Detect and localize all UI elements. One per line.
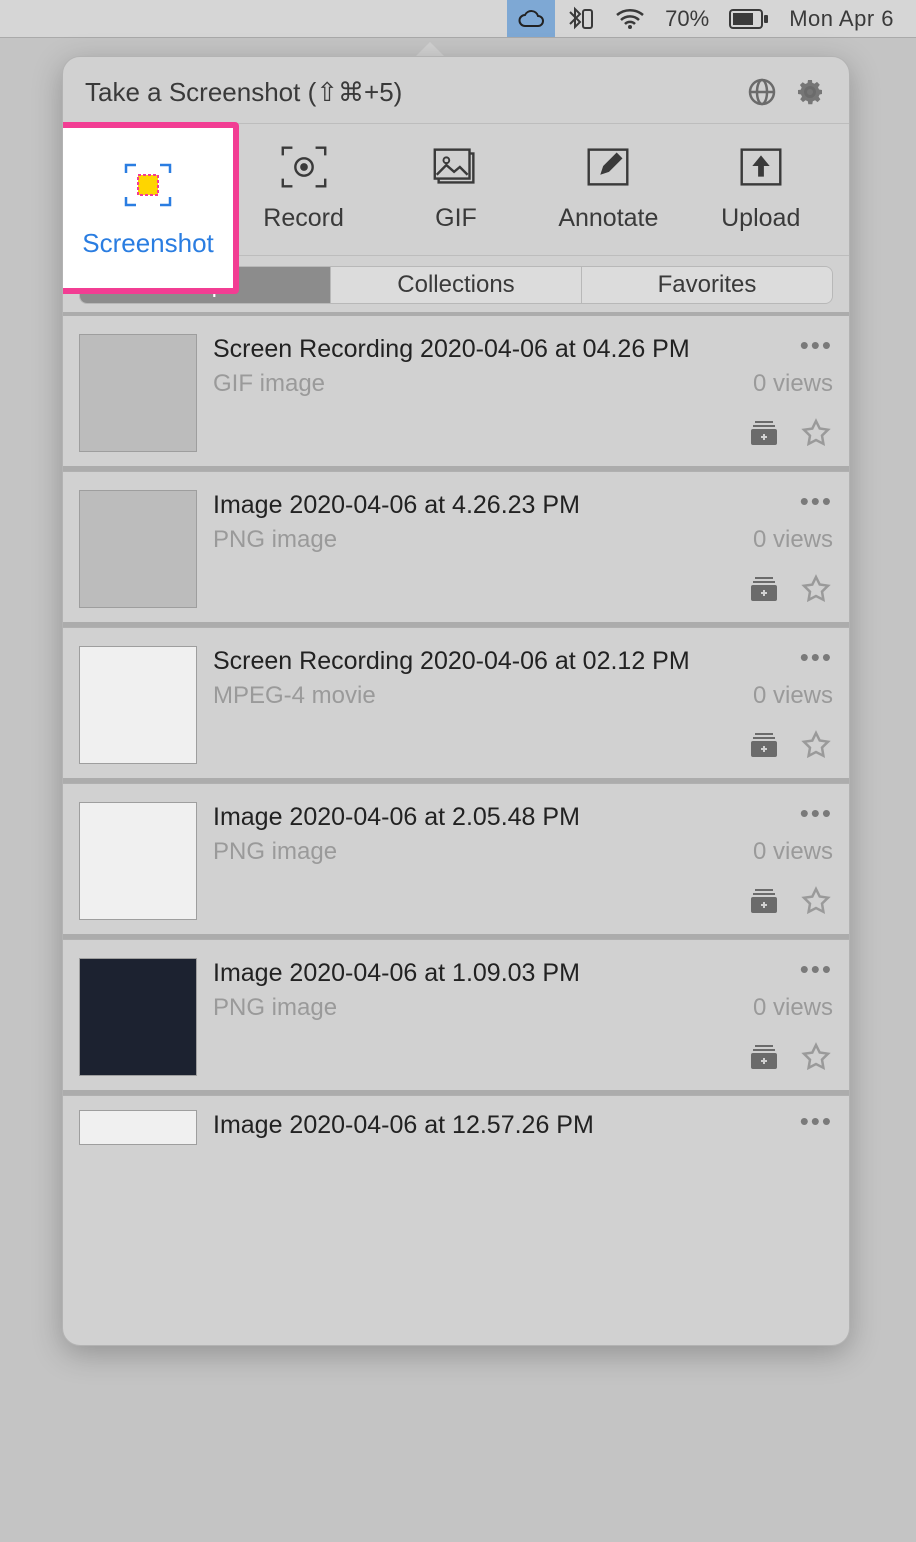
collection-icon[interactable] bbox=[747, 1040, 781, 1074]
list-item[interactable]: Image 2020-04-06 at 4.26.23 PM ••• PNG i… bbox=[63, 471, 849, 627]
wifi-icon[interactable] bbox=[605, 0, 655, 37]
item-title: Image 2020-04-06 at 12.57.26 PM bbox=[213, 1110, 604, 1140]
action-label: Screenshot bbox=[82, 228, 214, 259]
thumbnail bbox=[79, 1110, 197, 1145]
item-type: PNG image bbox=[213, 838, 337, 866]
action-label: Upload bbox=[721, 204, 800, 233]
popover-arrow bbox=[415, 42, 445, 57]
drops-list: Screen Recording 2020-04-06 at 04.26 PM … bbox=[63, 312, 849, 1345]
item-views: 0 views bbox=[753, 682, 833, 710]
panel-title: Take a Screenshot (⇧⌘+5) bbox=[85, 77, 402, 108]
gif-icon bbox=[429, 140, 483, 194]
item-views: 0 views bbox=[753, 370, 833, 398]
menubar-date[interactable]: Mon Apr 6 bbox=[779, 0, 904, 37]
item-title: Image 2020-04-06 at 2.05.48 PM bbox=[213, 802, 590, 832]
more-icon[interactable]: ••• bbox=[793, 958, 833, 976]
more-icon[interactable]: ••• bbox=[793, 490, 833, 508]
action-gif[interactable]: GIF bbox=[391, 140, 521, 233]
list-item[interactable]: Image 2020-04-06 at 2.05.48 PM ••• PNG i… bbox=[63, 783, 849, 939]
screenshot-icon[interactable] bbox=[120, 157, 176, 218]
item-type: MPEG-4 movie bbox=[213, 682, 376, 710]
battery-icon bbox=[719, 0, 779, 37]
item-title: Image 2020-04-06 at 1.09.03 PM bbox=[213, 958, 590, 988]
action-annotate[interactable]: Annotate bbox=[543, 140, 673, 233]
item-title: Image 2020-04-06 at 4.26.23 PM bbox=[213, 490, 590, 520]
thumbnail bbox=[79, 490, 197, 608]
menubar: 70% Mon Apr 6 bbox=[0, 0, 916, 38]
screenshot-highlight: Screenshot bbox=[62, 122, 239, 294]
list-item[interactable]: Image 2020-04-06 at 1.09.03 PM ••• PNG i… bbox=[63, 939, 849, 1095]
action-label: GIF bbox=[435, 204, 477, 233]
record-icon bbox=[277, 140, 331, 194]
list-item[interactable]: Image 2020-04-06 at 12.57.26 PM ••• bbox=[63, 1095, 849, 1151]
thumbnail bbox=[79, 646, 197, 764]
star-icon[interactable] bbox=[799, 728, 833, 762]
more-icon[interactable]: ••• bbox=[793, 1110, 833, 1128]
action-label: Record bbox=[263, 204, 344, 233]
star-icon[interactable] bbox=[799, 884, 833, 918]
more-icon[interactable]: ••• bbox=[793, 334, 833, 352]
item-views: 0 views bbox=[753, 526, 833, 554]
action-upload[interactable]: Upload bbox=[696, 140, 826, 233]
more-icon[interactable]: ••• bbox=[793, 646, 833, 664]
thumbnail bbox=[79, 958, 197, 1076]
tab-favorites[interactable]: Favorites bbox=[582, 267, 832, 303]
item-type: PNG image bbox=[213, 526, 337, 554]
action-record[interactable]: Record bbox=[239, 140, 369, 233]
panel-header: Take a Screenshot (⇧⌘+5) bbox=[63, 57, 849, 123]
item-title: Screen Recording 2020-04-06 at 04.26 PM bbox=[213, 334, 700, 364]
thumbnail bbox=[79, 802, 197, 920]
item-title: Screen Recording 2020-04-06 at 02.12 PM bbox=[213, 646, 700, 676]
star-icon[interactable] bbox=[799, 572, 833, 606]
star-icon[interactable] bbox=[799, 1040, 833, 1074]
item-views: 0 views bbox=[753, 838, 833, 866]
collection-icon[interactable] bbox=[747, 728, 781, 762]
dropdown-panel: Take a Screenshot (⇧⌘+5) Screenshot . bbox=[62, 56, 850, 1346]
list-item[interactable]: Screen Recording 2020-04-06 at 04.26 PM … bbox=[63, 312, 849, 471]
cloud-icon[interactable] bbox=[507, 0, 555, 37]
action-label: Annotate bbox=[558, 204, 658, 233]
tab-collections[interactable]: Collections bbox=[331, 267, 582, 303]
item-type: PNG image bbox=[213, 994, 337, 1022]
collection-icon[interactable] bbox=[747, 572, 781, 606]
list-item[interactable]: Screen Recording 2020-04-06 at 02.12 PM … bbox=[63, 627, 849, 783]
star-icon[interactable] bbox=[799, 416, 833, 450]
item-type: GIF image bbox=[213, 370, 325, 398]
actions-row: Screenshot . Record GIF Annotate Up bbox=[63, 124, 849, 255]
item-views: 0 views bbox=[753, 994, 833, 1022]
more-icon[interactable]: ••• bbox=[793, 802, 833, 820]
collection-icon[interactable] bbox=[747, 884, 781, 918]
bluetooth-icon[interactable] bbox=[555, 0, 605, 37]
gear-icon[interactable] bbox=[793, 75, 827, 109]
thumbnail bbox=[79, 334, 197, 452]
annotate-icon bbox=[581, 140, 635, 194]
collection-icon[interactable] bbox=[747, 416, 781, 450]
globe-icon[interactable] bbox=[745, 75, 779, 109]
battery-percent: 70% bbox=[655, 0, 719, 37]
upload-icon bbox=[734, 140, 788, 194]
